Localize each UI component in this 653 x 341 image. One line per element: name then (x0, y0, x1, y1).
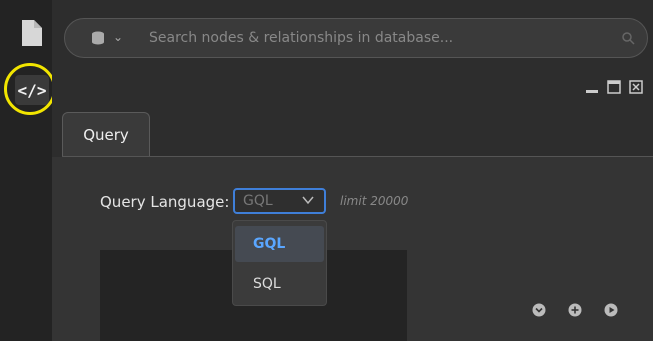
database-selector-caret[interactable]: ⌄ (113, 30, 123, 44)
dropdown-option-sql[interactable]: SQL (235, 266, 324, 302)
expand-down-icon[interactable] (532, 303, 546, 317)
highlight-ring (4, 63, 56, 115)
minimize-icon[interactable] (585, 80, 599, 94)
limit-text: limit 20000 (340, 194, 409, 208)
option-label: GQL (253, 236, 286, 252)
main-panel: ⌄ Search nodes & relationships in databa… (52, 0, 653, 341)
run-icon[interactable] (604, 303, 618, 317)
option-label: SQL (253, 276, 281, 292)
window-controls (585, 80, 643, 94)
query-language-dropdown: GQL SQL (232, 220, 327, 306)
maximize-icon[interactable] (607, 80, 621, 94)
close-icon[interactable] (629, 80, 643, 94)
tab-label: Query (83, 126, 129, 144)
chevron-down-icon (302, 196, 314, 205)
query-language-value: GQL (243, 193, 273, 209)
left-sidebar: </> (0, 0, 56, 341)
search-input[interactable]: Search nodes & relationships in database… (149, 30, 453, 46)
query-language-label: Query Language: (100, 193, 230, 211)
search-icon[interactable] (621, 31, 635, 45)
tab-query[interactable]: Query (62, 112, 150, 157)
database-icon[interactable] (91, 31, 105, 45)
editor-controls (532, 303, 618, 317)
query-panel: Query Language: GQL limit 20000 GQL SQL (52, 157, 653, 341)
add-icon[interactable] (568, 303, 582, 317)
dropdown-option-gql[interactable]: GQL (235, 226, 324, 262)
query-language-select[interactable]: GQL (233, 188, 326, 214)
search-bar[interactable]: ⌄ Search nodes & relationships in databa… (64, 18, 648, 58)
file-icon[interactable] (20, 20, 42, 46)
